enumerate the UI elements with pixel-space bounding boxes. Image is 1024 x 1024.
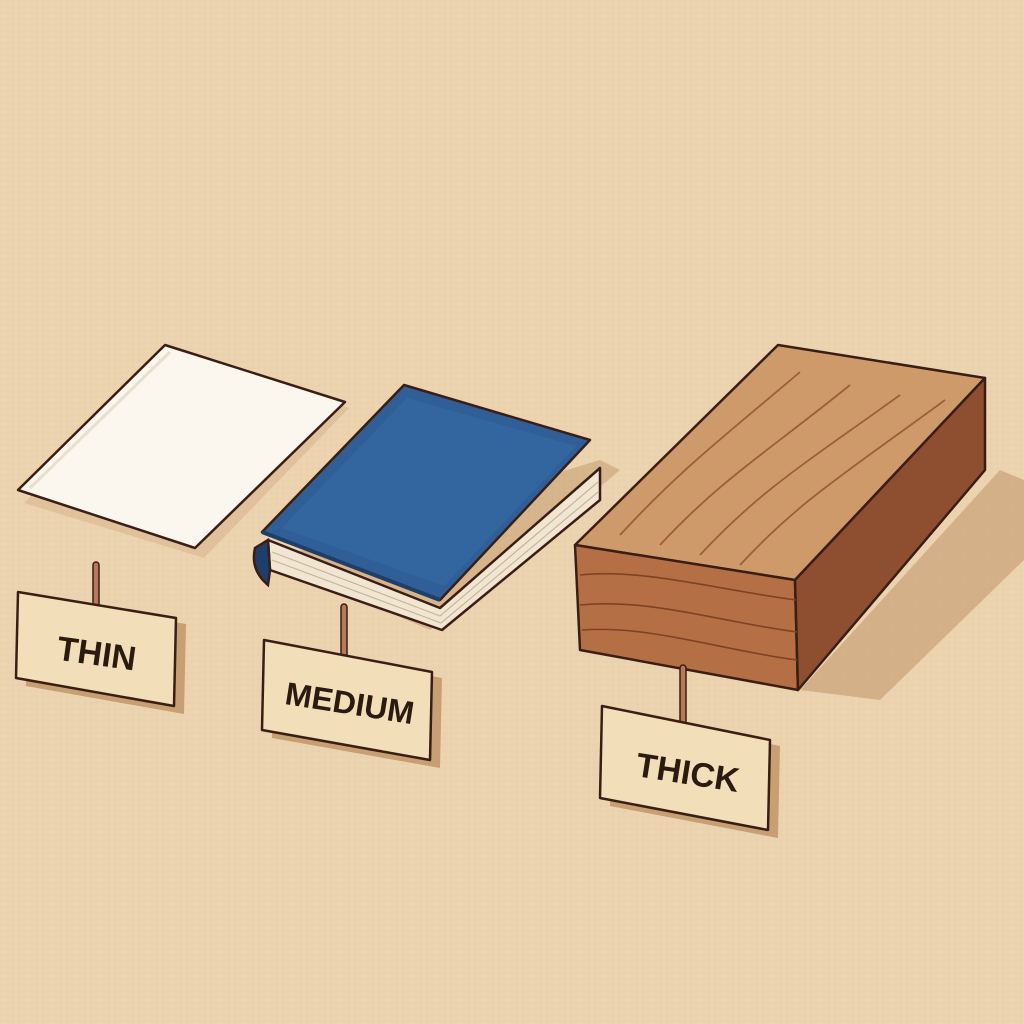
illustration-canvas: THIN MEDIUM THICK — [0, 0, 1024, 1024]
thickness-diagram: THIN MEDIUM THICK — [0, 0, 1024, 1024]
